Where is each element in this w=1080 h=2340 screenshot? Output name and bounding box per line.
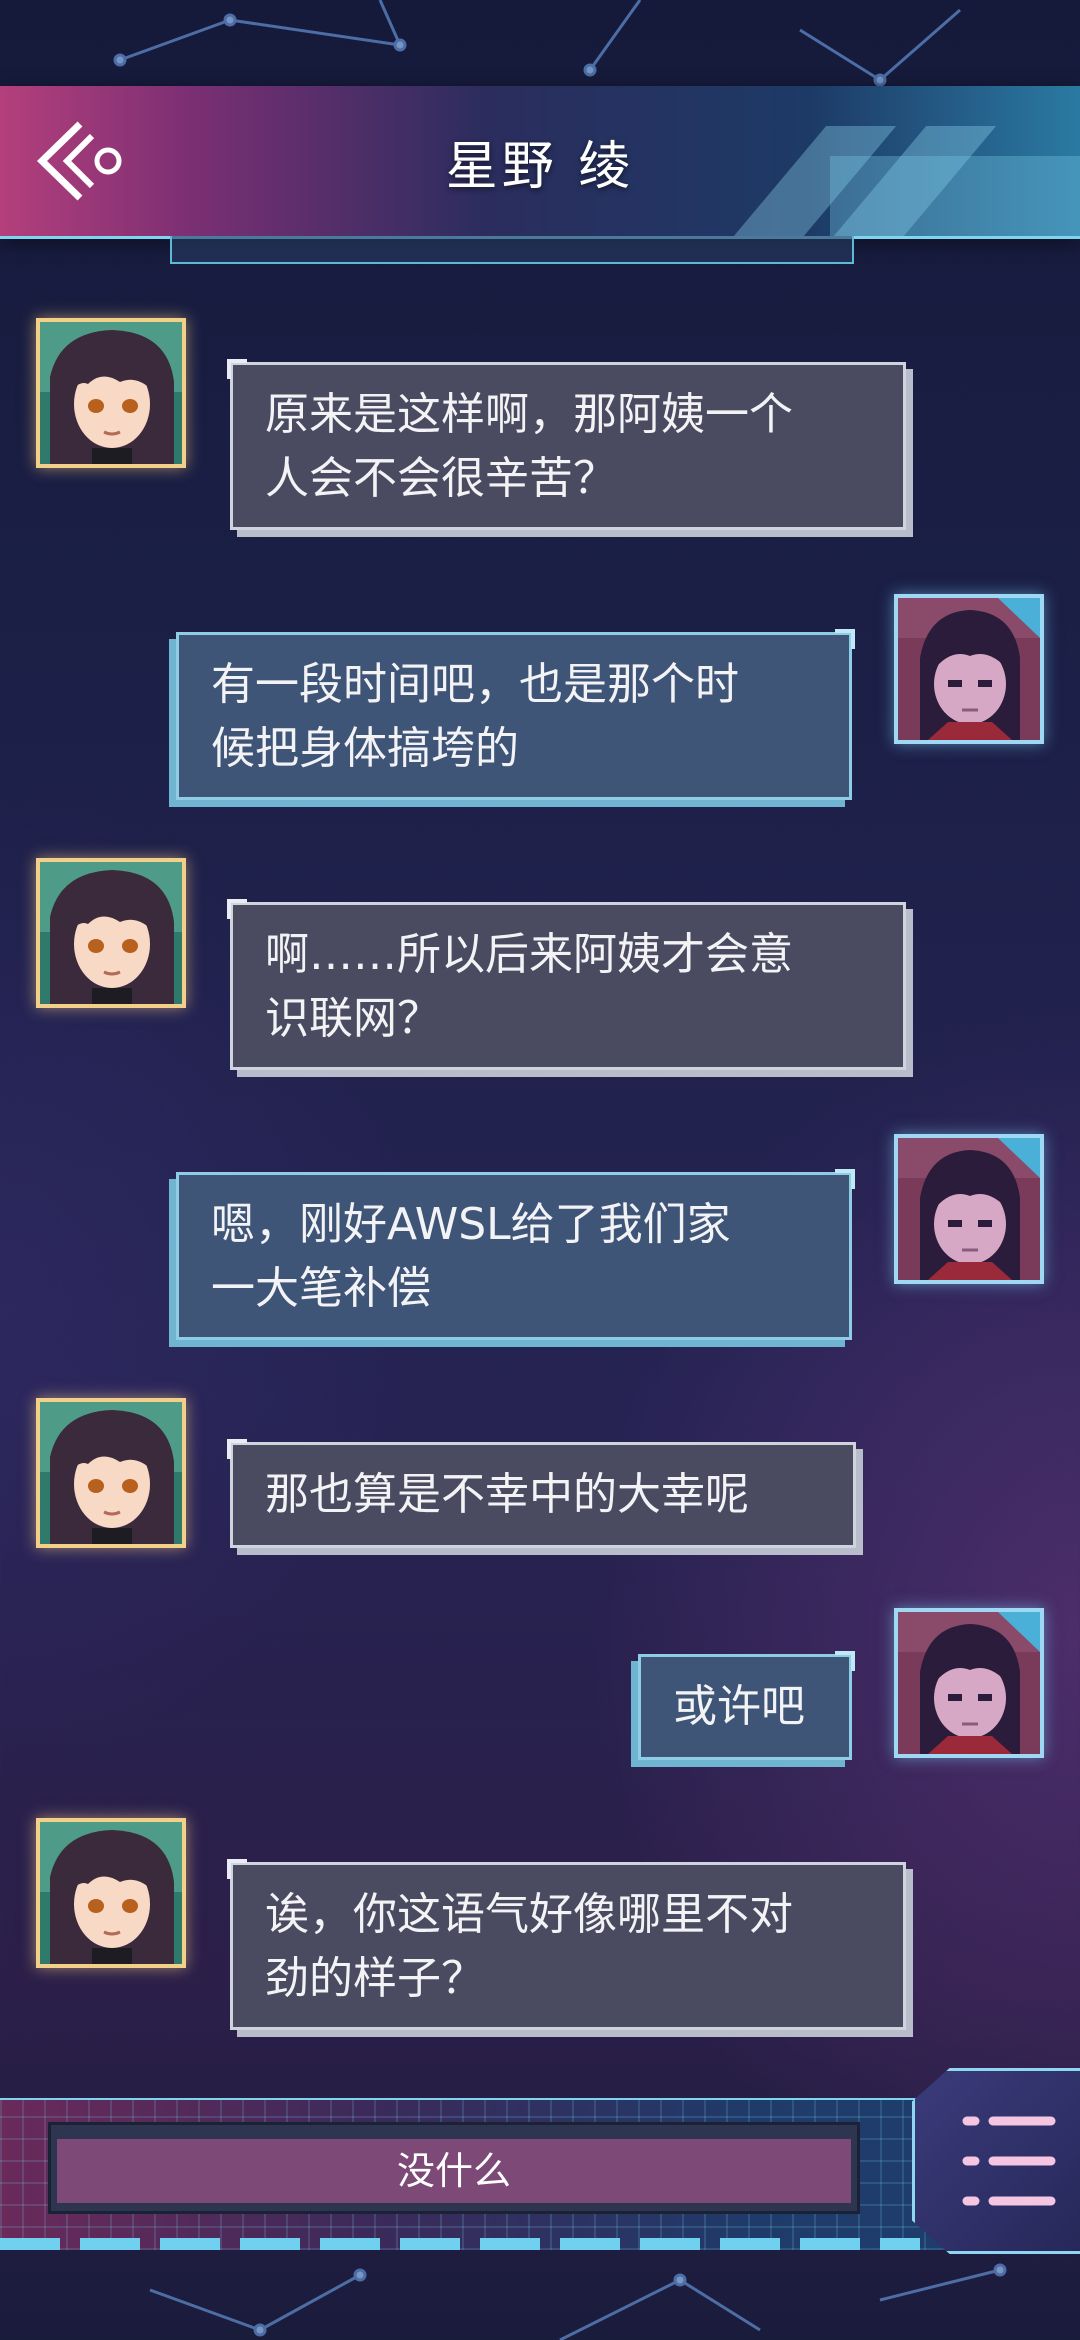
boy-avatar[interactable] <box>894 1134 1044 1284</box>
reply-bar-edge <box>0 2238 920 2250</box>
message-bubble: 啊……所以后来阿姨才会意 识联网？ <box>227 899 906 1070</box>
message-bubble: 有一段时间吧，也是那个时 候把身体搞垮的 <box>176 629 855 800</box>
message-line: 嗯，刚好AWSL给了我们家 <box>211 1199 731 1250</box>
message-line: 啊……所以后来阿姨才会意 <box>265 929 793 980</box>
girl-avatar[interactable] <box>36 318 186 468</box>
chat-title: 星野 绫 <box>445 137 635 197</box>
message-bubble: 那也算是不幸中的大幸呢 <box>227 1439 856 1548</box>
boy-avatar[interactable] <box>894 594 1044 744</box>
chat-header: 星野 绫 <box>0 86 1080 239</box>
girl-avatar[interactable] <box>36 1398 186 1548</box>
message-bubble: 嗯，刚好AWSL给了我们家 一大笔补偿 <box>176 1169 855 1340</box>
message-line: 那也算是不幸中的大幸呢 <box>265 1469 749 1520</box>
reply-choice-button[interactable]: 没什么 <box>48 2122 860 2214</box>
header-tab <box>170 236 854 264</box>
message-line: 或许吧 <box>673 1681 805 1732</box>
reply-choice-label: 没什么 <box>396 2149 511 2193</box>
boy-avatar[interactable] <box>894 1608 1044 1758</box>
message-bubble: 原来是这样啊，那阿姨一个 人会不会很辛苦？ <box>227 359 906 530</box>
message-line: 有一段时间吧，也是那个时 <box>211 659 739 710</box>
message-bubble: 或许吧 <box>638 1651 855 1760</box>
menu-icon <box>962 2116 1056 2206</box>
message-line: 人会不会很辛苦？ <box>265 453 617 504</box>
menu-button[interactable] <box>912 2068 1080 2254</box>
girl-avatar[interactable] <box>36 1818 186 1968</box>
message-line: 诶，你这语气好像哪里不对 <box>265 1889 793 1940</box>
message-bubble: 诶，你这语气好像哪里不对 劲的样子？ <box>227 1859 906 2030</box>
message-line: 候把身体搞垮的 <box>211 723 519 774</box>
message-line: 一大笔补偿 <box>211 1263 431 1314</box>
message-line: 劲的样子？ <box>265 1953 485 2004</box>
message-line: 识联网？ <box>265 993 441 1044</box>
message-line: 原来是这样啊，那阿姨一个 <box>265 389 793 440</box>
girl-avatar[interactable] <box>36 858 186 1008</box>
